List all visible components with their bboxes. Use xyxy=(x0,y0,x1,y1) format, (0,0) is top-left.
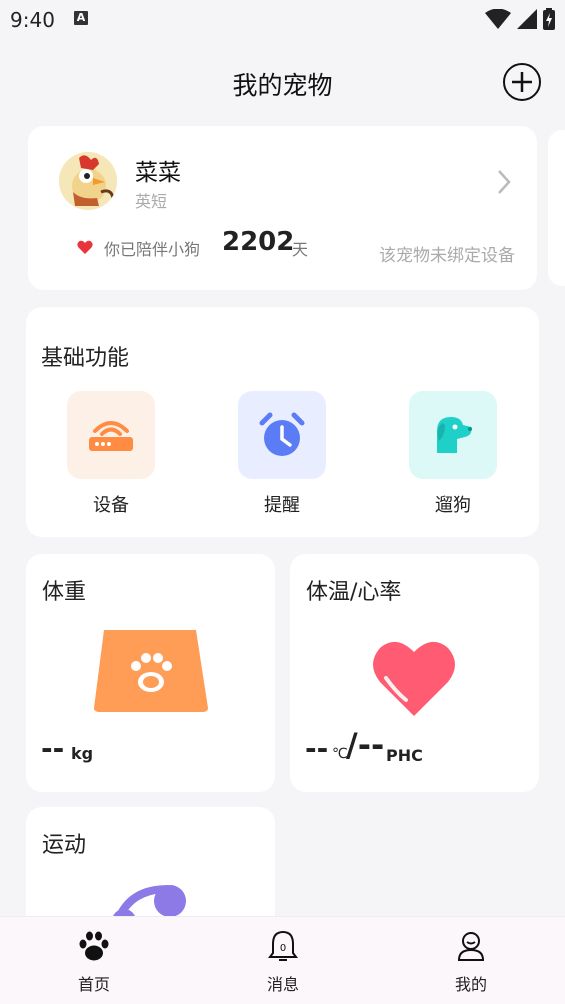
signal-icon xyxy=(517,9,537,29)
weight-unit: kg xyxy=(71,744,94,763)
add-pet-button[interactable] xyxy=(503,63,541,101)
notification-icon: A xyxy=(74,11,88,25)
heart-rate-value: /-- xyxy=(346,726,385,764)
pet-name: 菜菜 xyxy=(135,160,181,186)
nav-messages[interactable]: 0 消息 xyxy=(243,929,323,995)
page-title: 我的宠物 xyxy=(232,71,333,100)
sport-title: 运动 xyxy=(42,833,87,858)
device-status: 该宠物未绑定设备 xyxy=(379,246,515,266)
svg-text:0: 0 xyxy=(280,943,286,954)
pet-breed: 英短 xyxy=(135,192,168,211)
status-time: 9:40 xyxy=(10,8,55,32)
router-icon xyxy=(89,421,133,451)
func-label: 设备 xyxy=(93,495,129,516)
user-icon xyxy=(457,932,485,961)
device-button[interactable]: 设备 xyxy=(67,391,155,517)
dog-icon xyxy=(437,417,472,453)
reminder-icon-box xyxy=(238,391,326,479)
alarm-clock-icon xyxy=(259,412,305,456)
nav-label: 消息 xyxy=(266,975,299,994)
next-pet-card-peek[interactable] xyxy=(548,130,565,286)
device-icon-box xyxy=(67,391,155,479)
walk-dog-button[interactable]: 遛狗 xyxy=(409,391,497,517)
paw-icon xyxy=(79,931,109,961)
basic-functions-card: 基础功能 设备 提醒 遛狗 xyxy=(26,307,539,537)
bottom-nav: 首页 0 消息 我的 xyxy=(0,916,565,1004)
plus-icon xyxy=(512,72,532,92)
func-label: 提醒 xyxy=(264,495,300,516)
temperature-title: 体温/心率 xyxy=(306,580,402,605)
chevron-right-icon[interactable] xyxy=(496,168,512,196)
temperature-value: -- xyxy=(305,732,329,765)
status-bar: 9:40 A xyxy=(0,0,565,40)
walk-dog-icon-box xyxy=(409,391,497,479)
weight-value: -- xyxy=(41,732,65,765)
companion-days: 2202 xyxy=(222,227,295,257)
bell-icon: 0 xyxy=(268,930,298,961)
nav-home[interactable]: 首页 xyxy=(54,929,134,995)
section-title: 基础功能 xyxy=(41,346,130,371)
battery-icon xyxy=(543,8,555,30)
temperature-heart-rate-card[interactable]: 体温/心率 -- ℃ /-- PHC xyxy=(290,554,539,792)
pet-avatar xyxy=(59,152,117,210)
scale-icon xyxy=(94,630,208,712)
nav-label: 首页 xyxy=(77,975,110,994)
heart-rate-unit: PHC xyxy=(386,746,423,765)
weight-title: 体重 xyxy=(42,580,87,605)
weight-card[interactable]: 体重 -- kg xyxy=(26,554,275,792)
func-label: 遛狗 xyxy=(435,495,471,516)
companion-label: 你已陪伴小狗 xyxy=(104,240,201,259)
nav-label: 我的 xyxy=(454,975,487,994)
pet-card[interactable]: 菜菜 英短 你已陪伴小狗 2202 天 该宠物未绑定设备 xyxy=(28,126,537,290)
heart-icon xyxy=(373,641,455,716)
nav-profile[interactable]: 我的 xyxy=(431,929,511,995)
companion-unit: 天 xyxy=(292,240,309,259)
heart-icon xyxy=(77,240,93,254)
status-icons xyxy=(485,8,555,30)
wifi-icon xyxy=(485,9,511,29)
reminder-button[interactable]: 提醒 xyxy=(238,391,326,517)
